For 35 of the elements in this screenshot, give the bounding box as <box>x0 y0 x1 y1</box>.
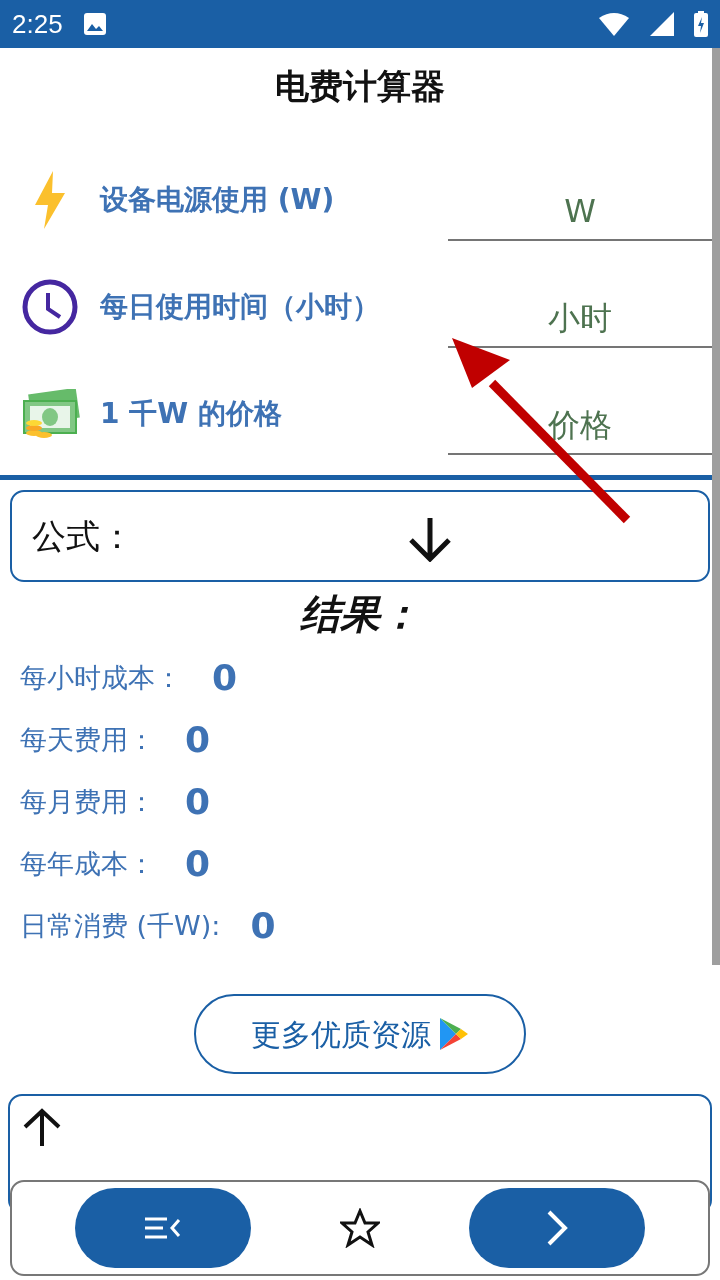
result-label: 每小时成本： <box>20 660 182 695</box>
input-field[interactable]: 价格 <box>448 396 712 455</box>
results-title: 结果： <box>300 590 420 639</box>
clock-icon <box>22 278 78 335</box>
more-resources-button[interactable]: 更多优质资源 <box>194 994 526 1074</box>
input-label: 1 千W 的价格 <box>100 395 283 432</box>
favorite-button[interactable] <box>338 1206 382 1250</box>
result-value: 0 <box>212 656 238 700</box>
result-label: 日常消费 (千W): <box>20 908 221 943</box>
result-label: 每年成本： <box>20 846 155 881</box>
result-value: 0 <box>185 780 211 824</box>
lightning-icon <box>33 170 67 229</box>
result-value: 0 <box>185 718 211 762</box>
image-icon <box>82 12 107 36</box>
arrow-up-icon <box>22 1108 62 1148</box>
signal-icon <box>650 12 674 36</box>
arrow-down-icon <box>407 516 453 562</box>
star-icon <box>340 1208 380 1248</box>
result-label: 每天费用： <box>20 722 155 757</box>
result-value: 0 <box>185 842 211 886</box>
formula-card[interactable]: 公式： <box>10 490 710 582</box>
input-label: 每日使用时间（小时） <box>100 288 381 325</box>
wifi-icon <box>598 12 630 36</box>
app-title: 电费计算器 <box>275 64 445 108</box>
status-time: 2:25 <box>12 7 63 41</box>
chevron-right-icon <box>546 1210 568 1246</box>
result-label: 每月费用： <box>20 784 155 819</box>
play-store-icon <box>439 1017 469 1051</box>
menu-collapse-icon <box>145 1216 181 1240</box>
money-icon <box>20 388 80 439</box>
result-value: 0 <box>250 904 276 948</box>
input-label: 设备电源使用 (W) <box>100 181 336 218</box>
battery-icon <box>694 11 708 37</box>
input-field[interactable]: W <box>448 182 712 241</box>
formula-label: 公式： <box>32 514 134 558</box>
